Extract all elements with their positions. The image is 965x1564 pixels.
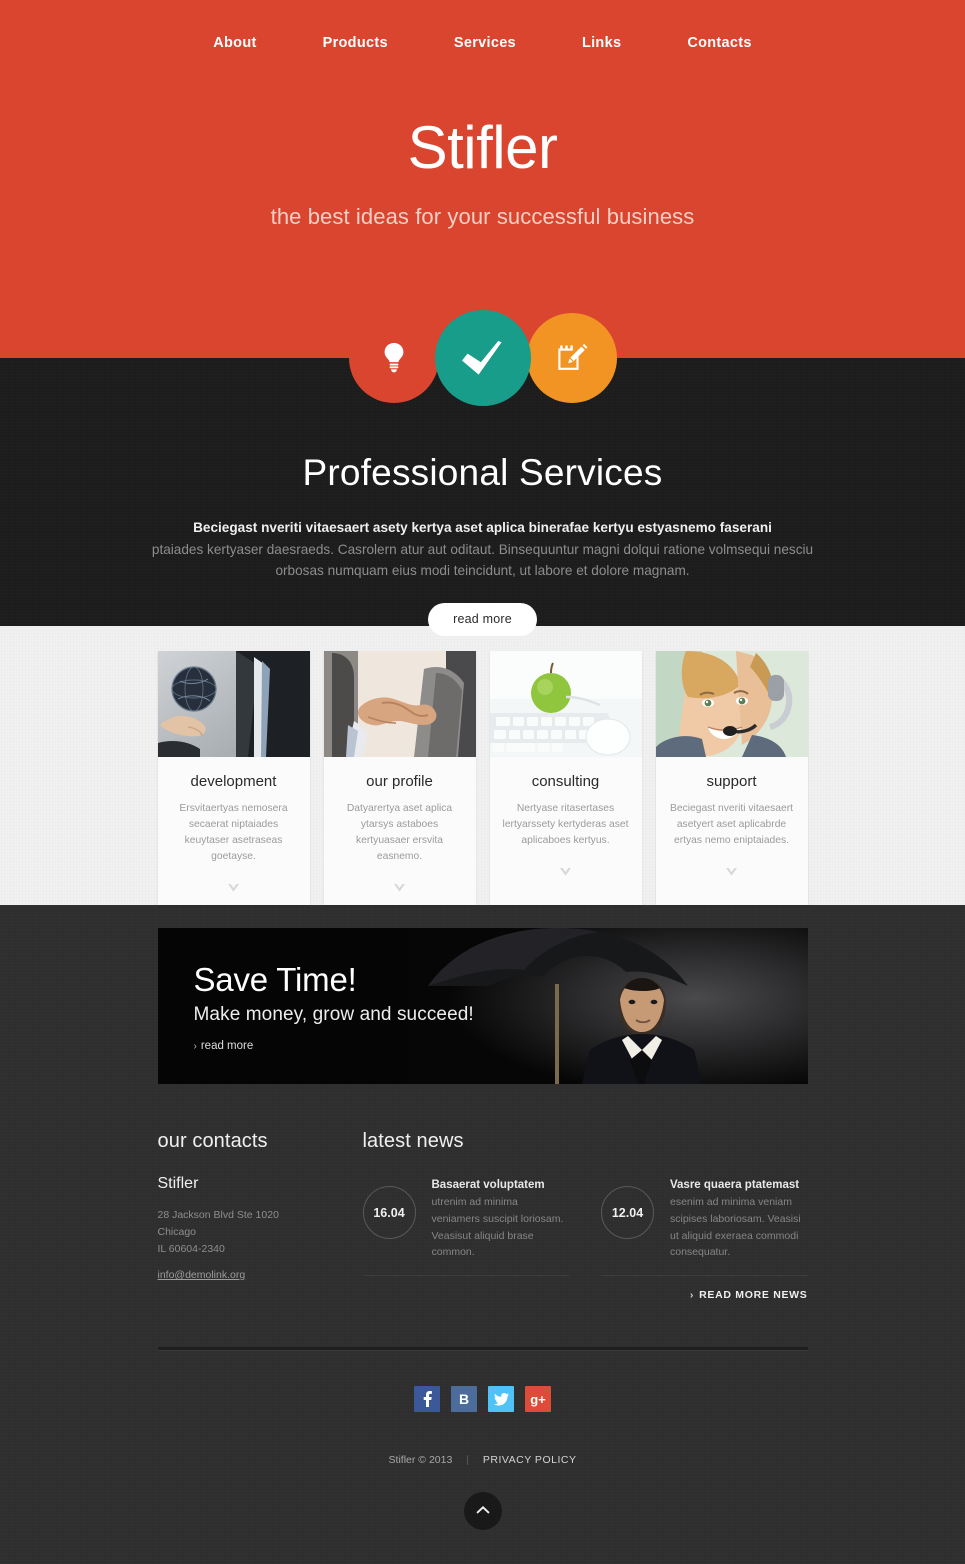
check-icon xyxy=(461,341,504,375)
card-text: Datyarertya aset aplica ytarsys astaboes… xyxy=(346,803,453,862)
services-cards-section: development Ersvitaertyas nemosera secae… xyxy=(0,626,965,905)
promo-read-more-link[interactable]: › read more xyxy=(194,1040,254,1052)
twitter-icon[interactable] xyxy=(488,1386,514,1413)
intro-heading: Professional Services xyxy=(302,452,663,493)
contacts-email-link[interactable]: info@demolink.org xyxy=(158,1269,246,1281)
news-heading: latest news xyxy=(362,1130,464,1152)
service-card-consulting[interactable]: consulting Nertyase ritasertases lertyar… xyxy=(489,651,642,905)
read-more-news-label: READ MORE NEWS xyxy=(699,1289,808,1302)
headset-operator-photo xyxy=(655,651,808,757)
news-date-badge: 16.04 xyxy=(362,1186,416,1239)
chevron-down-icon[interactable] xyxy=(725,863,738,876)
service-card-development[interactable]: development Ersvitaertyas nemosera secae… xyxy=(157,651,310,905)
separator: | xyxy=(466,1454,469,1467)
notepad-pencil-icon xyxy=(555,341,589,375)
contacts-column: our contacts Stifler 28 Jackson Blvd Ste… xyxy=(158,1130,363,1301)
news-text: esenim ad minima veniam scipises laborio… xyxy=(670,1196,801,1259)
handshake-photo xyxy=(323,651,476,757)
contacts-address: 28 Jackson Blvd Ste 1020 Chicago IL 6060… xyxy=(158,1207,363,1258)
card-text: Ersvitaertyas nemosera secaerat niptaiad… xyxy=(179,803,288,862)
vk-icon[interactable]: B xyxy=(451,1386,477,1413)
site-tagline: the best ideas for your successful busin… xyxy=(270,204,695,229)
intro-read-more-button[interactable]: read more xyxy=(428,603,537,637)
social-links: B g+ xyxy=(0,1386,965,1413)
badge-idea[interactable] xyxy=(348,313,439,403)
news-divider xyxy=(362,1275,569,1277)
badge-quality[interactable] xyxy=(434,310,531,406)
chevron-down-icon[interactable] xyxy=(227,879,240,892)
address-line-3: IL 60604-2340 xyxy=(157,1243,225,1255)
footer-divider xyxy=(157,1347,808,1351)
chevron-down-icon[interactable] xyxy=(559,863,572,876)
news-title: Vasre quaera ptatemast xyxy=(670,1179,800,1191)
footer-section: Save Time! Make money, grow and succeed!… xyxy=(0,905,965,1564)
privacy-policy-link[interactable]: PRIVACY POLICY xyxy=(483,1454,577,1466)
news-text: utrenim ad minima veniamers suscipit lor… xyxy=(431,1196,564,1259)
news-date-badge: 12.04 xyxy=(601,1186,654,1239)
nav-item-about[interactable]: About xyxy=(180,30,289,56)
read-more-news-link[interactable]: › READ MORE NEWS xyxy=(363,1289,808,1301)
nav-item-contacts[interactable]: Contacts xyxy=(654,30,784,56)
vk-glyph: B xyxy=(458,1391,470,1408)
intro-subtext: ptaiades kertyaser daesraeds. Casrolern … xyxy=(151,542,814,579)
promo-subtitle: Make money, grow and succeed! xyxy=(193,1004,474,1025)
contacts-heading: our contacts xyxy=(157,1130,268,1152)
feature-badges xyxy=(0,310,965,406)
badge-design[interactable] xyxy=(526,313,617,403)
businessman-globe-photo xyxy=(157,651,310,757)
googleplus-glyph: g+ xyxy=(530,1391,546,1407)
news-item[interactable]: 12.04 Vasre quaera ptatemast esenim ad m… xyxy=(601,1179,808,1277)
address-line-1: 28 Jackson Blvd Ste 1020 xyxy=(157,1209,279,1221)
facebook-icon[interactable] xyxy=(414,1386,440,1413)
news-item[interactable]: 16.04 Basaerat voluptatem utrenim ad min… xyxy=(362,1179,569,1277)
card-title: development xyxy=(190,773,277,790)
promo-title: Save Time! xyxy=(193,961,357,998)
nav-item-services[interactable]: Services xyxy=(421,30,549,56)
address-line-2: Chicago xyxy=(157,1226,197,1238)
site-logo: Stifler xyxy=(407,114,558,181)
arrow-right-icon: › xyxy=(193,1041,197,1052)
promo-link-label: read more xyxy=(200,1040,254,1052)
googleplus-icon[interactable]: g+ xyxy=(525,1386,551,1413)
chevron-down-icon[interactable] xyxy=(393,879,406,892)
news-column: latest news 16.04 Basaerat voluptatem ut… xyxy=(362,1130,808,1301)
hero-section: About Products Services Links Contacts S… xyxy=(0,0,965,358)
service-card-our-profile[interactable]: our profile Datyarertya aset aplica ytar… xyxy=(323,651,476,905)
card-text: Nertyase ritasertases lertyarssety kerty… xyxy=(502,803,629,846)
nav-item-links[interactable]: Links xyxy=(549,30,654,56)
main-navigation: About Products Services Links Contacts xyxy=(0,0,965,56)
copyright-bar: Stifler © 2013 | PRIVACY POLICY xyxy=(0,1454,965,1466)
card-title: our profile xyxy=(366,773,433,790)
intro-lead: Beciegast nveriti vitaesaert asety kerty… xyxy=(193,520,772,535)
card-title: consulting xyxy=(531,773,600,790)
nav-item-products[interactable]: Products xyxy=(290,30,421,56)
contacts-company: Stifler xyxy=(157,1175,199,1192)
page-root: About Products Services Links Contacts S… xyxy=(0,0,965,1564)
scroll-to-top-button[interactable] xyxy=(463,1492,502,1531)
news-title: Basaerat voluptatem xyxy=(431,1179,545,1191)
card-text: Beciegast nveriti vitaesaert asetyert as… xyxy=(669,803,794,846)
card-title: support xyxy=(706,773,757,790)
service-card-support[interactable]: support Beciegast nveriti vitaesaert ase… xyxy=(655,651,808,905)
arrow-right-icon: › xyxy=(689,1289,695,1302)
lightbulb-icon xyxy=(381,342,407,374)
promo-banner[interactable]: Save Time! Make money, grow and succeed!… xyxy=(157,928,808,1084)
news-divider xyxy=(601,1275,808,1277)
apple-keyboard-photo xyxy=(489,651,642,757)
copyright-text: Stifler © 2013 xyxy=(388,1454,453,1467)
chevron-up-icon xyxy=(475,1502,490,1520)
